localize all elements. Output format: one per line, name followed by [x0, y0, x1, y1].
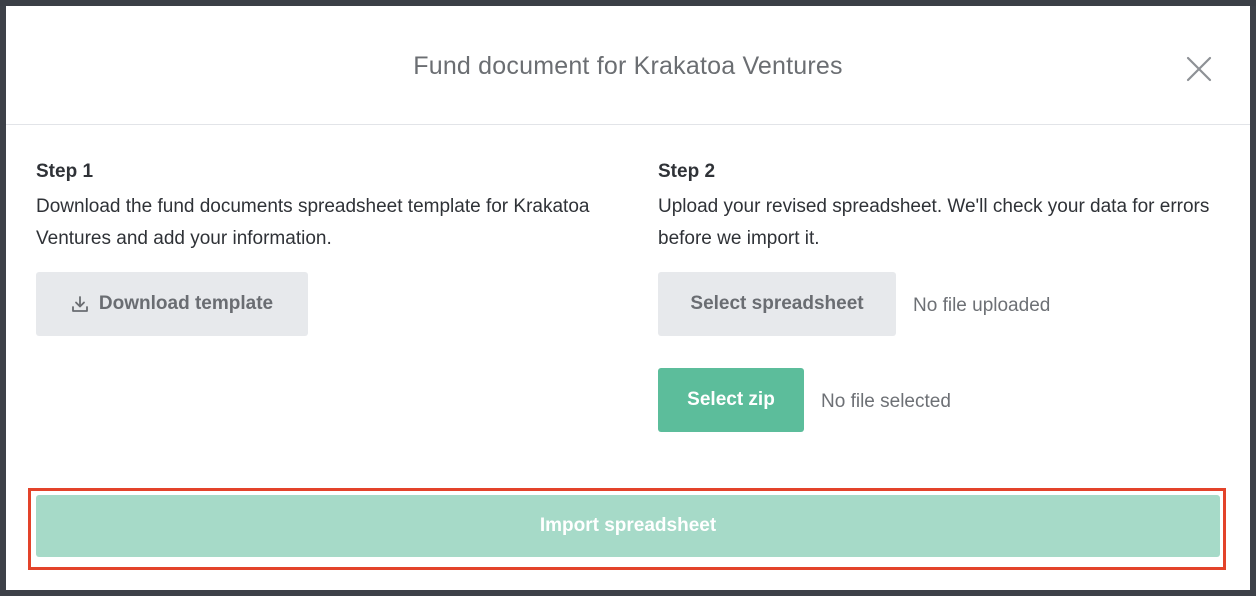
import-spreadsheet-button[interactable]: Import spreadsheet	[36, 495, 1220, 557]
download-template-button[interactable]: Download template	[36, 272, 308, 336]
step2-section: Step 2 Upload your revised spreadsheet. …	[658, 159, 1228, 255]
step1-title: Step 1	[36, 161, 94, 182]
select-zip-button[interactable]: Select zip	[658, 368, 804, 432]
download-template-label: Download template	[98, 293, 274, 314]
select-spreadsheet-button[interactable]: Select spreadsheet	[658, 272, 896, 336]
step1-section: Step 1 Download the fund documents sprea…	[36, 159, 606, 255]
step1-description: Download the fund documents spreadsheet …	[36, 196, 590, 249]
close-button[interactable]	[1182, 52, 1216, 86]
modal-header: Fund document for Krakatoa Ventures	[6, 6, 1250, 125]
zip-status: No file selected	[821, 391, 951, 412]
close-icon	[1186, 56, 1212, 82]
download-icon	[72, 296, 88, 312]
step2-description: Upload your revised spreadsheet. We'll c…	[658, 196, 1210, 249]
spreadsheet-status: No file uploaded	[913, 295, 1051, 316]
step2-title: Step 2	[658, 161, 716, 182]
modal-title: Fund document for Krakatoa Ventures	[413, 52, 843, 80]
fund-document-modal: Fund document for Krakatoa Ventures Step…	[6, 6, 1250, 590]
